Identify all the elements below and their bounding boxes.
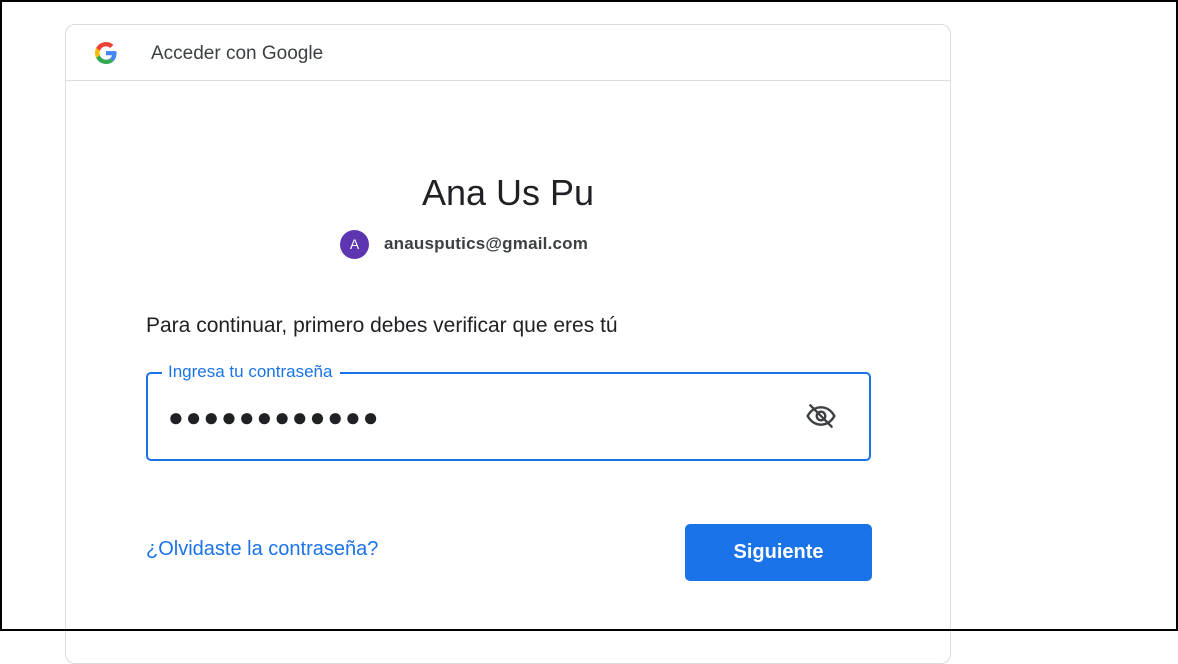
account-name: Ana Us Pu <box>421 172 595 213</box>
forgot-password-link[interactable]: ¿Olvidaste la contraseña? <box>146 538 378 561</box>
account-email: anausputics@gmail.com <box>384 234 589 253</box>
card-header: Acceder con Google <box>66 25 950 81</box>
password-input-value[interactable]: ●●●●●●●●●●●● <box>168 399 380 435</box>
verification-prompt: Para continuar, primero debes verificar … <box>146 314 618 337</box>
avatar: A <box>340 229 369 259</box>
next-button[interactable]: Siguiente <box>685 524 872 581</box>
password-field-label: Ingresa tu contraseña <box>162 361 341 383</box>
google-g-icon <box>95 42 117 64</box>
eye-off-icon[interactable] <box>803 398 839 434</box>
account-chip[interactable]: A anausputics@gmail.com <box>340 229 588 259</box>
header-title: Acceder con Google <box>151 43 324 64</box>
signin-card: Acceder con Google Ana Us Pu A anausputi… <box>65 24 951 664</box>
password-field[interactable]: Ingresa tu contraseña ●●●●●●●●●●●● <box>146 361 871 461</box>
